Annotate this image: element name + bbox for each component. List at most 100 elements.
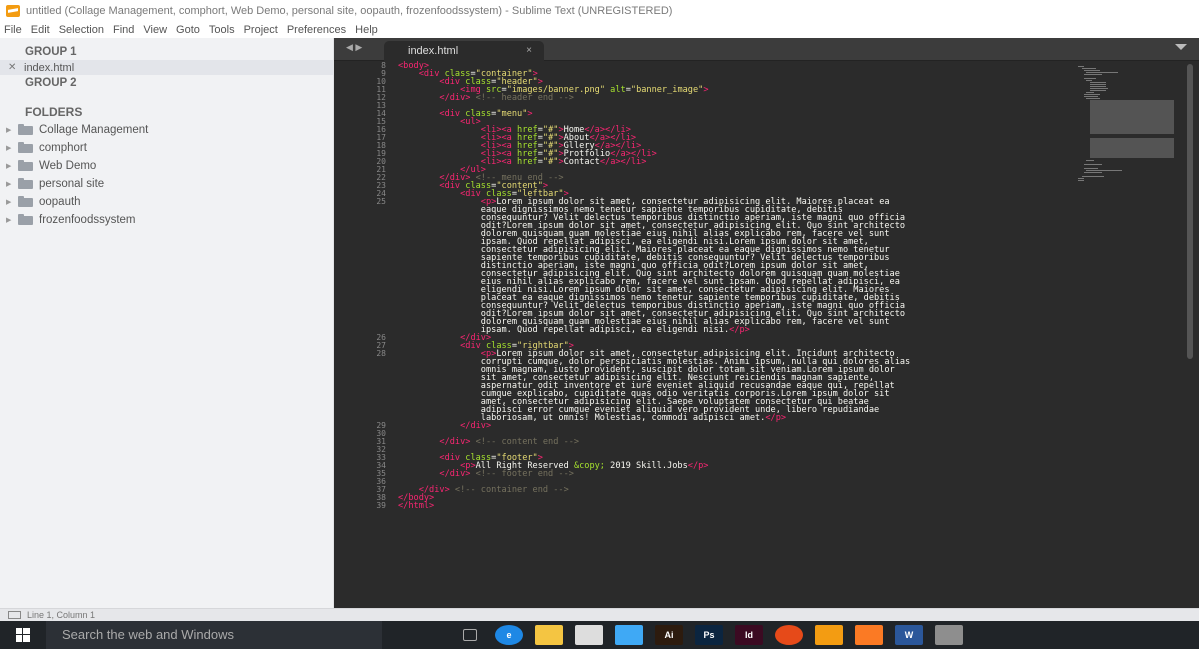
- line-number: [334, 374, 392, 382]
- menu-tools[interactable]: Tools: [209, 24, 235, 36]
- line-number: [334, 302, 392, 310]
- xampp-icon[interactable]: [855, 625, 883, 645]
- sidebar-folder-web-demo[interactable]: ▶ Web Demo: [0, 157, 333, 175]
- line-number: [334, 206, 392, 214]
- code-line[interactable]: </html>: [398, 502, 1118, 511]
- menu-find[interactable]: Find: [113, 24, 134, 36]
- window-title: untitled (Collage Management, comphort, …: [26, 5, 673, 17]
- start-button[interactable]: [0, 621, 46, 649]
- taskbar-search-input[interactable]: Search the web and Windows: [46, 621, 382, 649]
- editor-pane[interactable]: ◀ ▶ index.html × 8 9 10 11 12 13 14 15 16 17 18 19 2…: [334, 38, 1199, 608]
- minimap[interactable]: [1074, 64, 1184, 184]
- code-line[interactable]: </body>: [398, 494, 1118, 503]
- menu-project[interactable]: Project: [244, 24, 278, 36]
- open-file-label: index.html: [24, 61, 75, 74]
- illustrator-icon[interactable]: Ai: [655, 625, 683, 645]
- code-token: </div>: [439, 93, 471, 103]
- disclosure-triangle-icon[interactable]: ▶: [6, 216, 18, 224]
- line-number: [334, 246, 392, 254]
- open-file-item[interactable]: ✕ index.html: [0, 60, 333, 75]
- code-line[interactable]: <div class="menu">: [398, 109, 1118, 119]
- disclosure-triangle-icon[interactable]: ▶: [6, 180, 18, 188]
- menu-selection[interactable]: Selection: [59, 24, 104, 36]
- disclosure-triangle-icon[interactable]: ▶: [6, 144, 18, 152]
- code-token: href: [511, 157, 538, 167]
- sidebar-folder-frozenfoodssystem[interactable]: ▶ frozenfoodssystem: [0, 211, 333, 229]
- code-line[interactable]: </div> <!-- footer end -->: [398, 469, 1118, 479]
- code-token: </div>: [460, 421, 492, 431]
- tab-bar: ◀ ▶ index.html ×: [334, 38, 1199, 61]
- code-token: <!-- footer end -->: [470, 469, 574, 479]
- code-line[interactable]: ipsam. Quod repellat adipisci, ea eligen…: [398, 326, 1118, 335]
- menu-bar: File Edit Selection Find View Goto Tools…: [0, 22, 1199, 38]
- tab-close-icon[interactable]: ×: [526, 41, 532, 61]
- chrome-icon[interactable]: [775, 625, 803, 645]
- code-token: <!-- content end -->: [470, 437, 580, 447]
- file-explorer-icon[interactable]: [535, 625, 563, 645]
- disclosure-triangle-icon[interactable]: ▶: [6, 162, 18, 170]
- sidebar-folder-oopauth[interactable]: ▶ oopauth: [0, 193, 333, 211]
- folder-icon: [18, 213, 33, 225]
- edge-icon[interactable]: e: [495, 625, 523, 645]
- code-line[interactable]: laboriosam, ut omnis! Molestias, commodi…: [398, 413, 1118, 423]
- line-number: [334, 278, 392, 286]
- sidebar-folder-comphort[interactable]: ▶ comphort: [0, 139, 333, 157]
- tab-nav-arrows-icon[interactable]: ◀ ▶: [346, 42, 362, 53]
- gimp-icon[interactable]: [935, 625, 963, 645]
- code-token: alt: [605, 85, 626, 95]
- menu-goto[interactable]: Goto: [176, 24, 200, 36]
- sidebar-folder-personal-site[interactable]: ▶ personal site: [0, 175, 333, 193]
- tab-dropdown-icon[interactable]: [1175, 44, 1187, 50]
- menu-help[interactable]: Help: [355, 24, 378, 36]
- photoshop-icon[interactable]: Ps: [695, 625, 723, 645]
- code-line[interactable]: </div> <!-- container end -->: [398, 486, 1118, 495]
- scrollbar-thumb[interactable]: [1187, 64, 1193, 359]
- menu-edit[interactable]: Edit: [31, 24, 50, 36]
- line-number: [334, 406, 392, 414]
- indesign-icon[interactable]: Id: [735, 625, 763, 645]
- panel-toggle-icon[interactable]: [8, 611, 21, 619]
- line-number: [334, 294, 392, 302]
- media-icon[interactable]: [615, 625, 643, 645]
- menu-file[interactable]: File: [4, 24, 22, 36]
- vertical-scrollbar[interactable]: [1187, 64, 1193, 604]
- tab-index-html[interactable]: index.html ×: [384, 41, 544, 61]
- code-token: "menu": [496, 109, 528, 119]
- folder-icon: [18, 195, 33, 207]
- sublime-icon[interactable]: [815, 625, 843, 645]
- group1-heading: GROUP 1: [25, 46, 77, 58]
- line-number: [334, 398, 392, 406]
- menu-view[interactable]: View: [143, 24, 167, 36]
- line-number: [334, 390, 392, 398]
- store-icon[interactable]: [575, 625, 603, 645]
- windows-logo-icon: [16, 628, 30, 642]
- folder-label: Web Demo: [39, 160, 97, 172]
- line-number: [334, 310, 392, 318]
- code-line[interactable]: </div> <!-- content end -->: [398, 437, 1118, 447]
- menu-preferences[interactable]: Preferences: [287, 24, 346, 36]
- disclosure-triangle-icon[interactable]: ▶: [6, 126, 18, 134]
- window-titlebar: untitled (Collage Management, comphort, …: [0, 0, 1199, 22]
- disclosure-triangle-icon[interactable]: ▶: [6, 198, 18, 206]
- code-line[interactable]: </div>: [398, 421, 1118, 431]
- sidebar-folder-collage-management[interactable]: ▶ Collage Management: [0, 121, 333, 139]
- code-token: &copy;: [573, 461, 605, 471]
- code-token: Contact: [563, 157, 600, 167]
- close-file-icon[interactable]: ✕: [6, 62, 24, 73]
- code-area[interactable]: <body> <div class="container"> <div clas…: [398, 61, 1118, 608]
- code-token: </p>: [765, 413, 787, 423]
- folder-icon: [18, 177, 33, 189]
- code-token: <!-- header end -->: [470, 93, 574, 103]
- folder-icon: [18, 159, 33, 171]
- word-icon[interactable]: W: [895, 625, 923, 645]
- folder-label: oopauth: [39, 196, 81, 208]
- line-number: [334, 286, 392, 294]
- task-view-icon[interactable]: [463, 629, 477, 641]
- windows-taskbar: Search the web and Windows e Ai Ps Id W: [0, 621, 1199, 649]
- cursor-position: Line 1, Column 1: [27, 610, 96, 620]
- code-line[interactable]: <li><a href="#">Contact</a></li>: [398, 157, 1118, 167]
- code-line[interactable]: </div> <!-- header end -->: [398, 93, 1118, 103]
- line-number: 39: [376, 501, 386, 510]
